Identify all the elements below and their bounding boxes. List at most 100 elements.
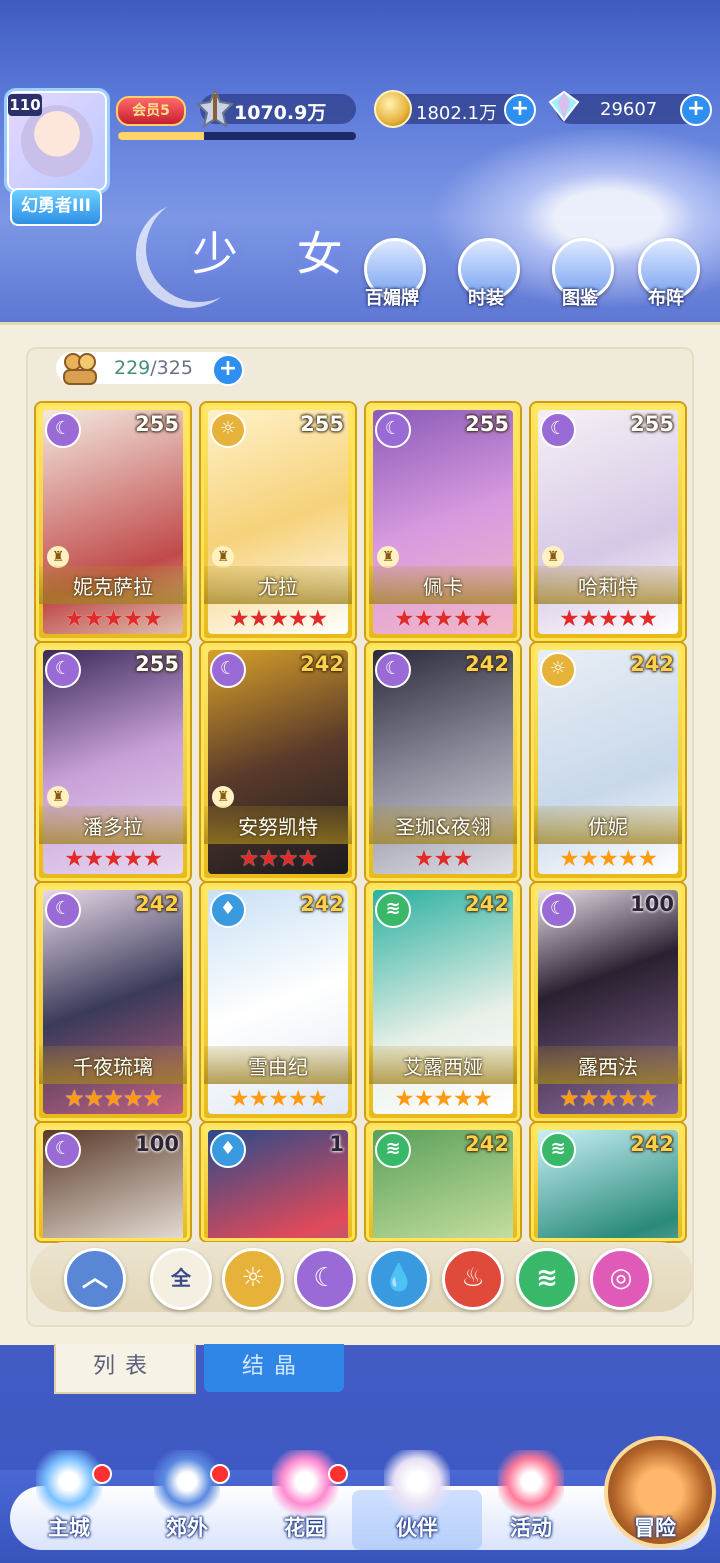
- filter-water-button[interactable]: 💧: [368, 1248, 430, 1310]
- filter-all-button[interactable]: 全: [150, 1248, 212, 1310]
- character-card[interactable]: ☾ 242 圣珈&夜翎 ★★★: [366, 643, 520, 881]
- star-icon: ★: [268, 1086, 289, 1112]
- character-name: 安努凯特: [238, 815, 318, 839]
- gem-value: 29607: [600, 99, 658, 120]
- player-level-badge: 110: [8, 94, 42, 116]
- expand-capacity-button[interactable]: +: [212, 354, 244, 386]
- companions-icon: [63, 353, 97, 385]
- character-card[interactable]: ≋ 242: [531, 1123, 685, 1241]
- vip-badge[interactable]: 会员5: [116, 96, 186, 126]
- nav-1[interactable]: 郊外: [132, 1450, 242, 1558]
- player-title-badge[interactable]: 幻勇者III: [10, 188, 102, 226]
- notification-dot: [92, 1464, 112, 1484]
- character-name: 妮克萨拉: [73, 575, 153, 599]
- collection-count: 229/325: [114, 357, 193, 379]
- rook-badge-icon: ♜: [47, 786, 69, 808]
- tab-list[interactable]: 列表: [54, 1344, 196, 1394]
- character-card[interactable]: ♦ 1: [201, 1123, 355, 1241]
- add-gems-button[interactable]: +: [680, 94, 712, 126]
- nav-label: 花园: [284, 1516, 326, 1540]
- sun-element-icon: ☼: [540, 652, 576, 688]
- rook-badge-icon: ♜: [212, 786, 234, 808]
- star-icon: ★: [558, 1086, 580, 1112]
- water-element-icon: ♦: [210, 1132, 246, 1168]
- banner-button-3[interactable]: 布阵: [626, 238, 706, 310]
- gift-box-icon: [498, 1450, 564, 1520]
- nav-5[interactable]: 冒险: [600, 1450, 710, 1558]
- water-element-icon: ♦: [210, 892, 246, 928]
- star-icon: ★: [258, 846, 279, 872]
- character-card[interactable]: ☼ 242 优妮 ★★★★★: [531, 643, 685, 881]
- notification-dot: [210, 1464, 230, 1484]
- character-card[interactable]: ☼ 255 ♜ 尤拉 ★★★★★: [201, 403, 355, 641]
- filter-fire-button[interactable]: ♨: [442, 1248, 504, 1310]
- star-icon: ★: [268, 606, 289, 632]
- character-card[interactable]: ☾ 255 ♜ 哈莉特 ★★★★★: [531, 403, 685, 641]
- wind-element-icon: ≋: [375, 892, 411, 928]
- filter-moon-button[interactable]: ☾: [294, 1248, 356, 1310]
- star-icon: ★: [228, 1086, 250, 1112]
- moon-element-icon: ☾: [45, 1132, 81, 1168]
- character-card[interactable]: ☾ 242 ♜ 安努凯特 ★★★★: [201, 643, 355, 881]
- nav-label: 活动: [510, 1516, 552, 1540]
- character-card[interactable]: ≋ 242 艾露西娅 ★★★★★: [366, 883, 520, 1121]
- moon-element-icon: ☾: [375, 412, 411, 448]
- character-card[interactable]: ☾ 255 ♜ 佩卡 ★★★★★: [366, 403, 520, 641]
- character-card[interactable]: ☾ 100: [36, 1123, 190, 1241]
- diamond-icon: [548, 90, 580, 122]
- star-icon: ★: [413, 1086, 435, 1112]
- star-icon: ★: [122, 1086, 144, 1112]
- star-icon: ★: [142, 846, 163, 872]
- character-card[interactable]: ☾ 242 千夜琉璃 ★★★★★: [36, 883, 190, 1121]
- banner-button-2[interactable]: 图鉴: [540, 238, 620, 310]
- banner-button-0[interactable]: 百媚牌: [352, 238, 432, 310]
- companion-portrait-icon: [384, 1450, 450, 1520]
- add-gold-button[interactable]: +: [504, 94, 536, 126]
- star-icon: ★: [297, 846, 319, 872]
- filter-sun-button[interactable]: ☼: [222, 1248, 284, 1310]
- star-icon: ★: [617, 1086, 639, 1112]
- character-level: 255: [300, 412, 344, 436]
- character-level: 100: [135, 1132, 179, 1156]
- moon-element-icon: ☾: [210, 652, 246, 688]
- star-icon: ★: [228, 606, 250, 632]
- star-icon: ★: [637, 606, 658, 632]
- filter-heart-button[interactable]: ◎: [590, 1248, 652, 1310]
- star-icon: ★: [452, 606, 474, 632]
- castle-icon: [36, 1450, 102, 1520]
- moon-element-icon: ☾: [45, 892, 81, 928]
- wind-element-icon: ≋: [540, 1132, 576, 1168]
- star-icon: ★: [472, 1086, 493, 1112]
- star-icon: ★: [122, 846, 144, 872]
- star-icon: ★: [63, 846, 85, 872]
- tab-crystal[interactable]: 结晶: [204, 1344, 344, 1392]
- banner-button-label: 图鉴: [562, 288, 598, 309]
- character-card[interactable]: ≋ 242: [366, 1123, 520, 1241]
- nav-3[interactable]: 伙伴: [352, 1450, 482, 1558]
- star-icon: ★: [83, 1086, 105, 1112]
- banner-button-1[interactable]: 时装: [446, 238, 526, 310]
- character-card[interactable]: ☾ 100 露西法 ★★★★★: [531, 883, 685, 1121]
- moon-element-icon: ☾: [45, 652, 81, 688]
- character-card[interactable]: ♦ 242 雪由纪 ★★★★★: [201, 883, 355, 1121]
- star-icon: ★: [558, 606, 580, 632]
- nav-0[interactable]: 主城: [14, 1450, 124, 1558]
- filter-collapse-button[interactable]: ︿: [64, 1248, 126, 1310]
- banner-button-label: 布阵: [648, 288, 684, 309]
- character-level: 242: [465, 892, 509, 916]
- star-icon: ★: [617, 846, 639, 872]
- star-rating: ★★★★★: [39, 606, 187, 632]
- nav-4[interactable]: 活动: [476, 1450, 586, 1558]
- banner-button-label: 百媚牌: [365, 288, 419, 309]
- star-icon: ★: [103, 606, 124, 632]
- star-rating: ★★★★★: [39, 1086, 187, 1112]
- nav-2[interactable]: 花园: [250, 1450, 360, 1558]
- collection-max: /325: [150, 357, 193, 379]
- character-level: 242: [630, 652, 674, 676]
- filter-wind-button[interactable]: ≋: [516, 1248, 578, 1310]
- star-rating: ★★★★★: [204, 1086, 352, 1112]
- character-card[interactable]: ☾ 255 ♜ 潘多拉 ★★★★★: [36, 643, 190, 881]
- star-icon: ★: [433, 846, 454, 872]
- star-rating: ★★★★★: [204, 606, 352, 632]
- character-card[interactable]: ☾ 255 ♜ 妮克萨拉 ★★★★★: [36, 403, 190, 641]
